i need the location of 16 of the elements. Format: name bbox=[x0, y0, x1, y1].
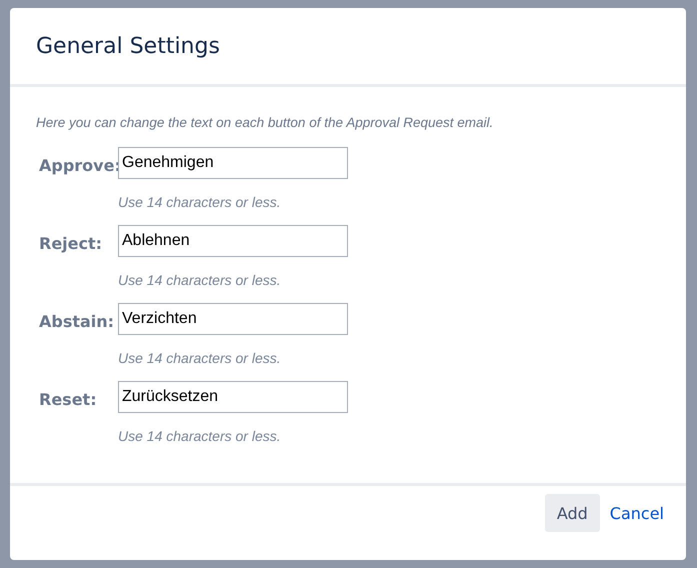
field-hint: Use 14 characters or less. bbox=[118, 428, 282, 444]
field-hint: Use 14 characters or less. bbox=[118, 272, 282, 288]
input-field[interactable]: Verzichten bbox=[118, 303, 348, 335]
cancel-link[interactable]: Cancel bbox=[604, 494, 670, 532]
input-field[interactable]: Genehmigen bbox=[118, 147, 348, 179]
field-hint: Use 14 characters or less. bbox=[118, 194, 282, 210]
dialog-description: Here you can change the text on each button of the Approval Request email. bbox=[36, 115, 494, 130]
field-label: Abstain: bbox=[38, 311, 116, 333]
field-hint: Use 14 characters or less. bbox=[118, 350, 282, 366]
dialog-title: General Settings bbox=[36, 34, 220, 58]
field-label: Reject: bbox=[38, 233, 104, 255]
input-field[interactable]: Zurücksetzen bbox=[118, 381, 348, 413]
field-label: Approve: bbox=[38, 155, 118, 177]
input-field[interactable]: Ablehnen bbox=[118, 225, 348, 257]
add-button[interactable]: Add bbox=[544, 494, 600, 532]
field-label: Reset: bbox=[38, 389, 98, 411]
